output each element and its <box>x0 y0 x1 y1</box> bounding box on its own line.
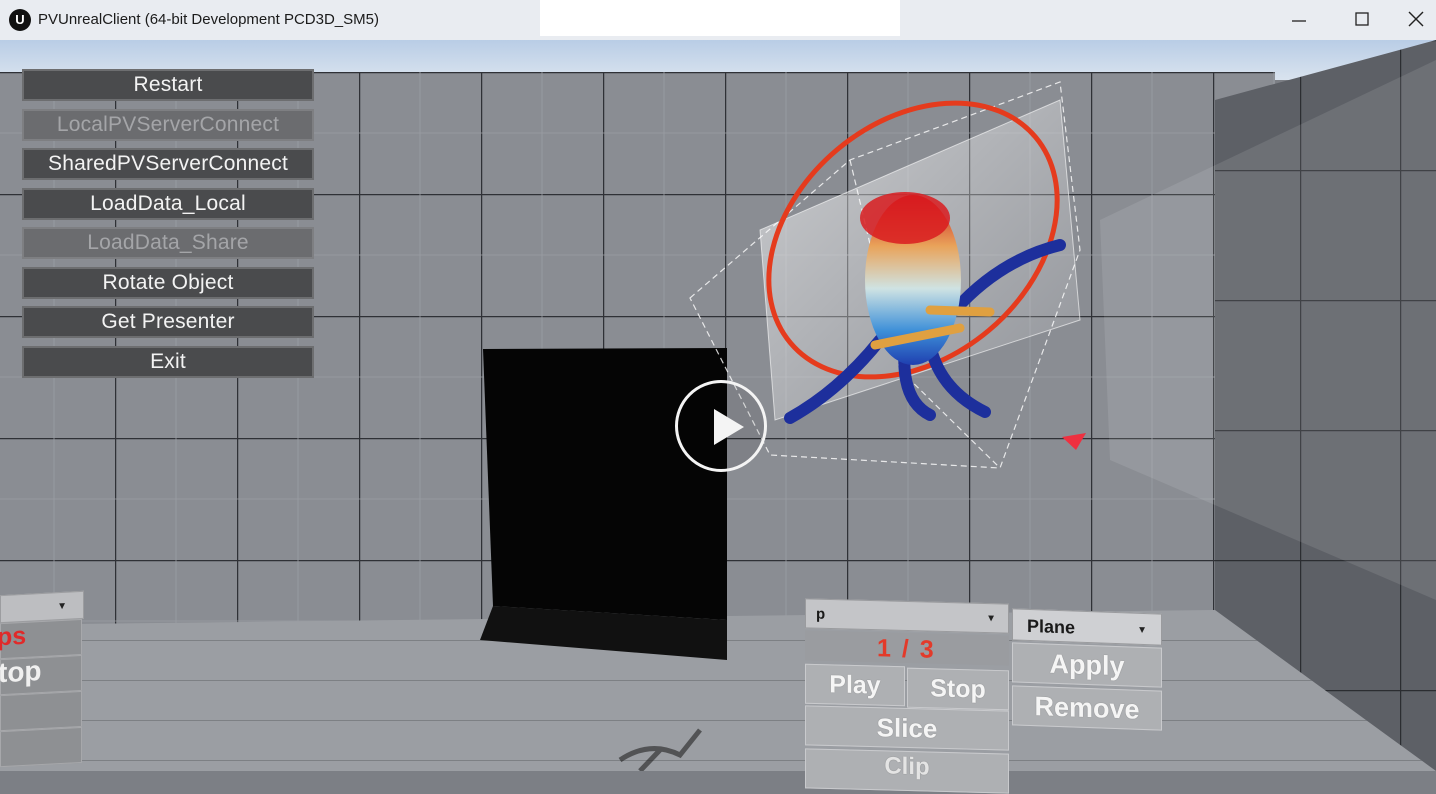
stop-button-label[interactable]: top <box>0 655 42 689</box>
filter-dropdown[interactable]: Plane ▼ <box>1012 608 1162 646</box>
minimize-icon <box>1292 20 1306 22</box>
shared-pvserver-connect-button[interactable]: SharedPVServerConnect <box>22 148 314 180</box>
redacted-area <box>540 0 900 36</box>
array-dropdown-value: p <box>816 605 826 623</box>
maximize-button[interactable] <box>1331 0 1393 38</box>
play-icon <box>714 409 744 445</box>
slice-button[interactable]: Slice <box>805 705 1009 751</box>
chevron-down-icon: ▼ <box>57 600 67 613</box>
filter-control-panel: p ▼ Plane ▼ 1 / 3 Play Stop Slice Clip A… <box>805 598 1165 794</box>
left-dropdown[interactable]: ▼ <box>0 590 84 624</box>
local-pvserver-connect-button[interactable]: LocalPVServerConnect <box>22 108 314 141</box>
left-control-panel: ▼ ps top <box>0 590 84 773</box>
minimize-button[interactable] <box>1268 0 1330 38</box>
remove-button[interactable]: Remove <box>1012 685 1162 731</box>
panel-row[interactable] <box>0 726 82 768</box>
load-data-local-button[interactable]: LoadData_Local <box>22 187 314 220</box>
rotate-object-button[interactable]: Rotate Object <box>22 266 314 299</box>
close-button[interactable] <box>1396 0 1436 38</box>
timestep-counter-text: 1 / 3 <box>877 634 936 664</box>
main-menu: Restart LocalPVServerConnect SharedPVSer… <box>22 69 314 385</box>
load-data-share-button[interactable]: LoadData_Share <box>22 227 314 259</box>
close-icon <box>1408 11 1424 27</box>
get-presenter-button[interactable]: Get Presenter <box>22 306 314 338</box>
window-title: PVUnrealClient (64-bit Development PCD3D… <box>38 11 379 28</box>
stop-button[interactable]: Stop <box>907 667 1009 711</box>
timestep-counter: 1 / 3 <box>805 630 1009 666</box>
play-video-button[interactable] <box>675 380 767 472</box>
restart-button[interactable]: Restart <box>22 69 314 101</box>
play-button[interactable]: Play <box>805 663 905 707</box>
array-dropdown[interactable]: p ▼ <box>805 598 1009 634</box>
unreal-logo-icon: U <box>9 9 31 31</box>
maximize-icon <box>1355 12 1369 26</box>
chevron-down-icon: ▼ <box>1137 624 1147 637</box>
apply-button[interactable]: Apply <box>1012 642 1162 688</box>
steps-label: ps <box>0 621 27 652</box>
panel-row[interactable] <box>0 690 82 732</box>
window-titlebar[interactable]: U PVUnrealClient (64-bit Development PCD… <box>0 0 1436 41</box>
clip-button[interactable]: Clip <box>805 748 1009 794</box>
filter-dropdown-value: Plane <box>1027 615 1076 638</box>
exit-button[interactable]: Exit <box>22 345 314 378</box>
chevron-down-icon: ▼ <box>986 613 996 625</box>
